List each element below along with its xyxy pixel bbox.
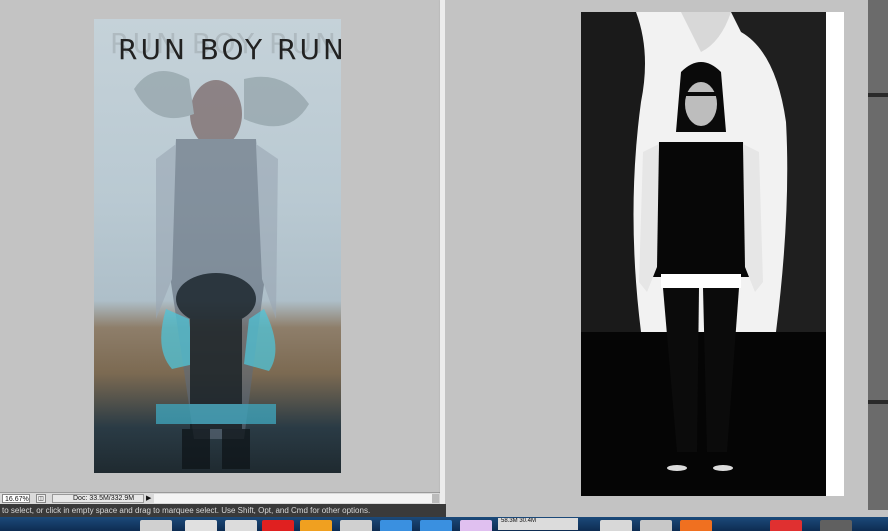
tool-hint-bar: to select, or click in empty space and d…: [0, 504, 446, 517]
bw-photo-canvas[interactable]: [581, 12, 844, 496]
dock-app-icon[interactable]: [340, 520, 372, 531]
dock-app-icon[interactable]: [600, 520, 632, 531]
dock-app-icon[interactable]: [420, 520, 452, 531]
dock: 58.3M 30.4M: [0, 517, 888, 531]
dock-app-icon[interactable]: [262, 520, 294, 531]
scrollbar-resize-handle[interactable]: [432, 494, 439, 503]
adjacent-window-edge: [868, 0, 888, 510]
bw-photo-image: [581, 12, 844, 496]
navigator-icon[interactable]: ◫: [36, 494, 46, 503]
poster-title: RUN BOY RUN: [118, 33, 341, 66]
dock-app-icon[interactable]: [140, 520, 172, 531]
dock-app-icon[interactable]: [300, 520, 332, 531]
left-document-window: RUN BOY RUN RUN BOY RUN 16.67% ◫ Doc: 33…: [0, 0, 440, 505]
dock-app-icon[interactable]: [380, 520, 412, 531]
document-size-readout: Doc: 33.5M/332.9M: [52, 494, 144, 503]
status-menu-arrow-icon[interactable]: ▶: [146, 494, 154, 503]
poster-canvas[interactable]: RUN BOY RUN RUN BOY RUN: [94, 19, 341, 473]
dock-app-icon[interactable]: [185, 520, 217, 531]
dock-app-icon[interactable]: [225, 520, 257, 531]
dock-app-icon[interactable]: [770, 520, 802, 531]
horizontal-scrollbar[interactable]: [154, 494, 438, 503]
zoom-level-field[interactable]: 16.67%: [2, 494, 30, 503]
dock-app-icon[interactable]: [460, 520, 492, 531]
dock-app-icon[interactable]: [640, 520, 672, 531]
poster-figure-crouching: [156, 273, 276, 469]
memory-readout: 58.3M 30.4M: [498, 518, 578, 530]
dock-app-icon[interactable]: [820, 520, 852, 531]
dock-app-icon[interactable]: [680, 520, 712, 531]
